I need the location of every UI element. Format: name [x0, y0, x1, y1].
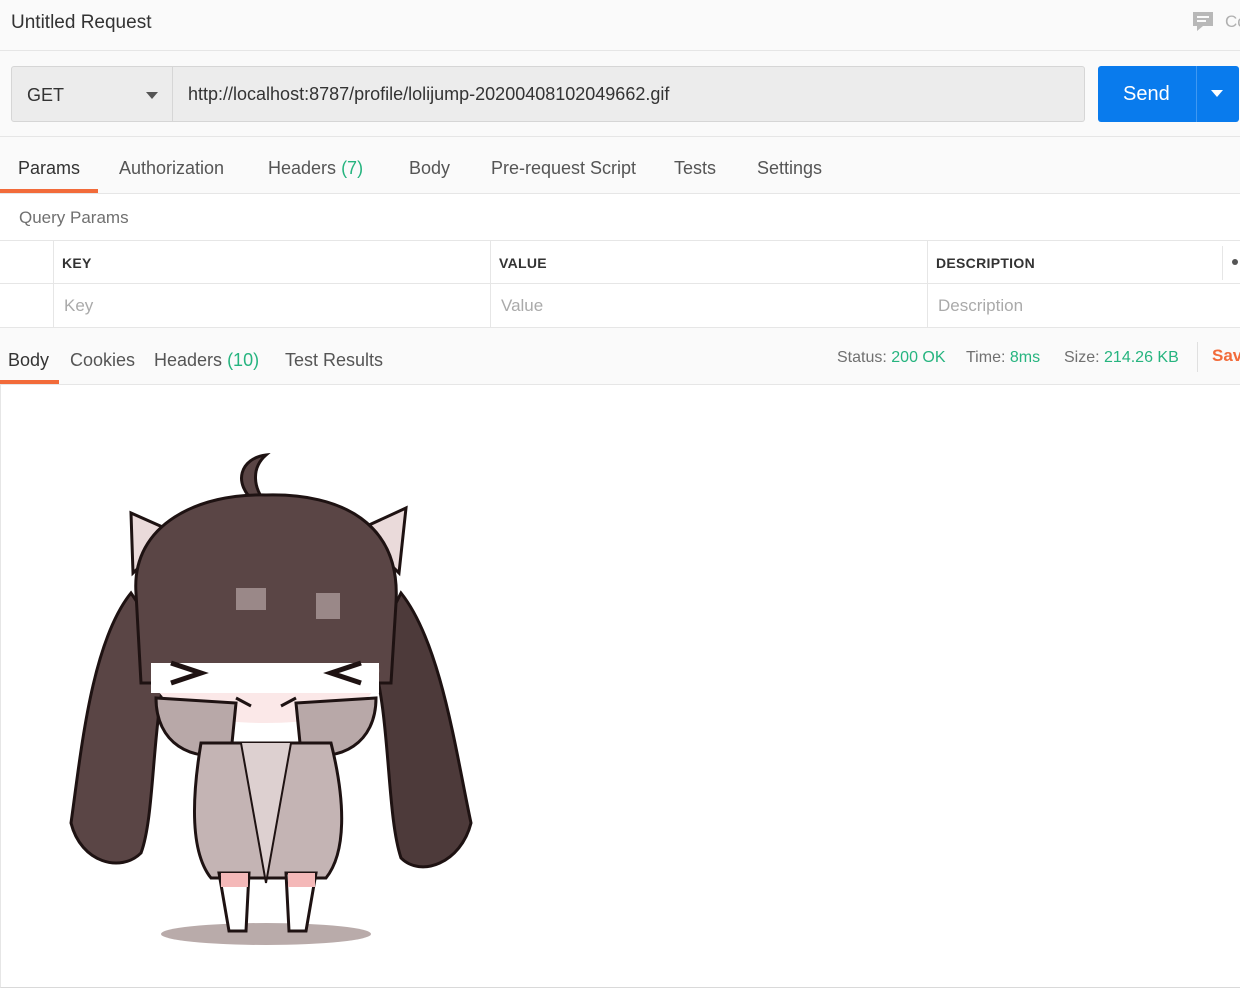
status-key: Status:	[837, 349, 887, 366]
url-input[interactable]: http://localhost:8787/profile/lolijump-2…	[173, 66, 1085, 122]
size-key: Size:	[1064, 349, 1100, 366]
response-bar: Body Cookies Headers (10) Test Results S…	[0, 328, 1240, 385]
column-header-description: DESCRIPTION	[936, 255, 1035, 271]
size-readout: Size: 214.26 KB	[1064, 349, 1179, 367]
response-tab-headers-label: Headers	[154, 350, 223, 370]
active-response-tab-indicator	[0, 380, 59, 384]
tab-tests[interactable]: Tests	[674, 158, 716, 179]
request-tabs: Params Authorization Headers (7) Body Pr…	[0, 137, 1240, 194]
time-value[interactable]: 8ms	[1010, 349, 1040, 366]
chevron-down-icon	[1211, 90, 1223, 97]
time-readout: Time: 8ms	[966, 349, 1040, 367]
params-table-header-row	[0, 241, 1240, 284]
tab-authorization[interactable]: Authorization	[119, 158, 224, 179]
tab-pre-request-script[interactable]: Pre-request Script	[491, 158, 636, 179]
params-column-divider	[1222, 246, 1223, 280]
response-tab-headers-count: (10)	[227, 350, 260, 370]
query-params-title: Query Params	[19, 208, 129, 227]
url-text: http://localhost:8787/profile/lolijump-2…	[188, 84, 670, 104]
size-value[interactable]: 214.26 KB	[1104, 349, 1179, 366]
tab-settings[interactable]: Settings	[757, 158, 822, 179]
response-tab-headers[interactable]: Headers (10)	[154, 350, 259, 371]
response-bar-divider	[1197, 342, 1198, 372]
tab-body[interactable]: Body	[409, 158, 450, 179]
status-readout: Status: 200 OK	[837, 349, 946, 367]
more-icon[interactable]	[1232, 259, 1238, 265]
description-input[interactable]: Description	[938, 296, 1023, 316]
column-header-key: KEY	[62, 255, 92, 271]
response-tab-body[interactable]: Body	[8, 350, 49, 371]
response-tab-test-results[interactable]: Test Results	[285, 350, 383, 371]
request-title[interactable]: Untitled Request	[11, 12, 151, 34]
send-button[interactable]: Send	[1098, 66, 1196, 122]
column-header-value: VALUE	[499, 255, 547, 271]
tab-headers-count: (7)	[341, 158, 364, 178]
send-options-button[interactable]	[1196, 66, 1239, 122]
method-label: GET	[27, 85, 65, 105]
value-input[interactable]: Value	[501, 296, 543, 316]
tab-headers[interactable]: Headers (7)	[268, 158, 363, 179]
save-response-button[interactable]: Sav	[1212, 346, 1240, 366]
comments-button[interactable]: Co	[1191, 10, 1240, 34]
comments-label: Co	[1225, 12, 1240, 31]
method-select[interactable]: GET	[11, 66, 173, 122]
response-tab-cookies[interactable]: Cookies	[70, 350, 135, 371]
params-column-divider	[927, 241, 928, 327]
params-table: KEY VALUE DESCRIPTION Key Value Descript…	[0, 240, 1240, 328]
status-value[interactable]: 200 OK	[891, 349, 945, 366]
send-label: Send	[1123, 83, 1170, 105]
tab-headers-label: Headers	[268, 158, 337, 178]
params-column-divider	[490, 241, 491, 327]
comment-icon	[1193, 12, 1213, 31]
title-bar: Untitled Request Co	[0, 0, 1240, 51]
time-key: Time:	[966, 349, 1006, 366]
chevron-down-icon	[146, 92, 158, 99]
response-image	[69, 453, 473, 945]
url-bar: GET http://localhost:8787/profile/loliju…	[0, 51, 1240, 137]
tab-params[interactable]: Params	[18, 158, 80, 179]
params-column-divider	[53, 241, 54, 327]
response-body	[0, 385, 1240, 988]
key-input[interactable]: Key	[64, 296, 93, 316]
active-tab-indicator	[0, 189, 98, 193]
